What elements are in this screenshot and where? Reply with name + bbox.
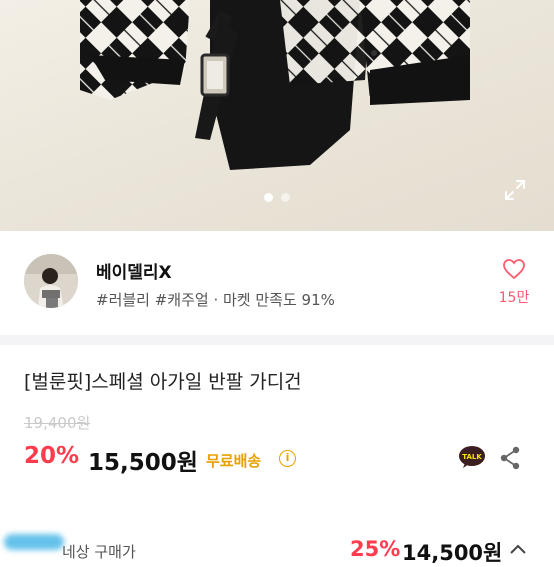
seller-name[interactable]: 베이델리X [96,258,172,283]
avatar-image [24,254,78,308]
share-icon[interactable] [498,445,522,471]
bottom-discount: 25% [350,537,401,561]
seller-tags: #러블리 #캐주얼 · 마켓 만족도 91% [96,291,335,309]
bottom-price: 14,500원 [402,541,503,565]
expand-icon[interactable] [503,178,527,202]
product-image-carousel[interactable] [0,0,554,231]
carousel-page-dots [264,193,290,202]
product-photo [80,0,470,170]
chevron-down-icon[interactable] [508,541,528,555]
talk-label: TALK [462,453,482,461]
like-count: 15만 [498,290,530,306]
section-divider [0,335,554,345]
bottom-price-label: 네상 구매가 [62,543,136,561]
carousel-dot-active[interactable] [264,193,273,202]
heart-outline-icon[interactable] [498,258,530,280]
info-icon[interactable]: i [279,450,296,467]
original-price: 19,400원 [24,414,91,432]
seller-section[interactable] [0,231,554,335]
seller-avatar[interactable] [24,254,78,308]
coupon-badge [4,534,64,550]
sale-price: 15,500원 [88,450,198,476]
carousel-dot[interactable] [281,193,290,202]
kakao-talk-icon[interactable]: TALK [458,445,486,469]
free-shipping-label: 무료배송 [206,452,262,470]
product-title: [벌룬핏]스페셜 아가일 반팔 가디건 [24,371,302,393]
discount-rate: 20% [24,443,80,469]
